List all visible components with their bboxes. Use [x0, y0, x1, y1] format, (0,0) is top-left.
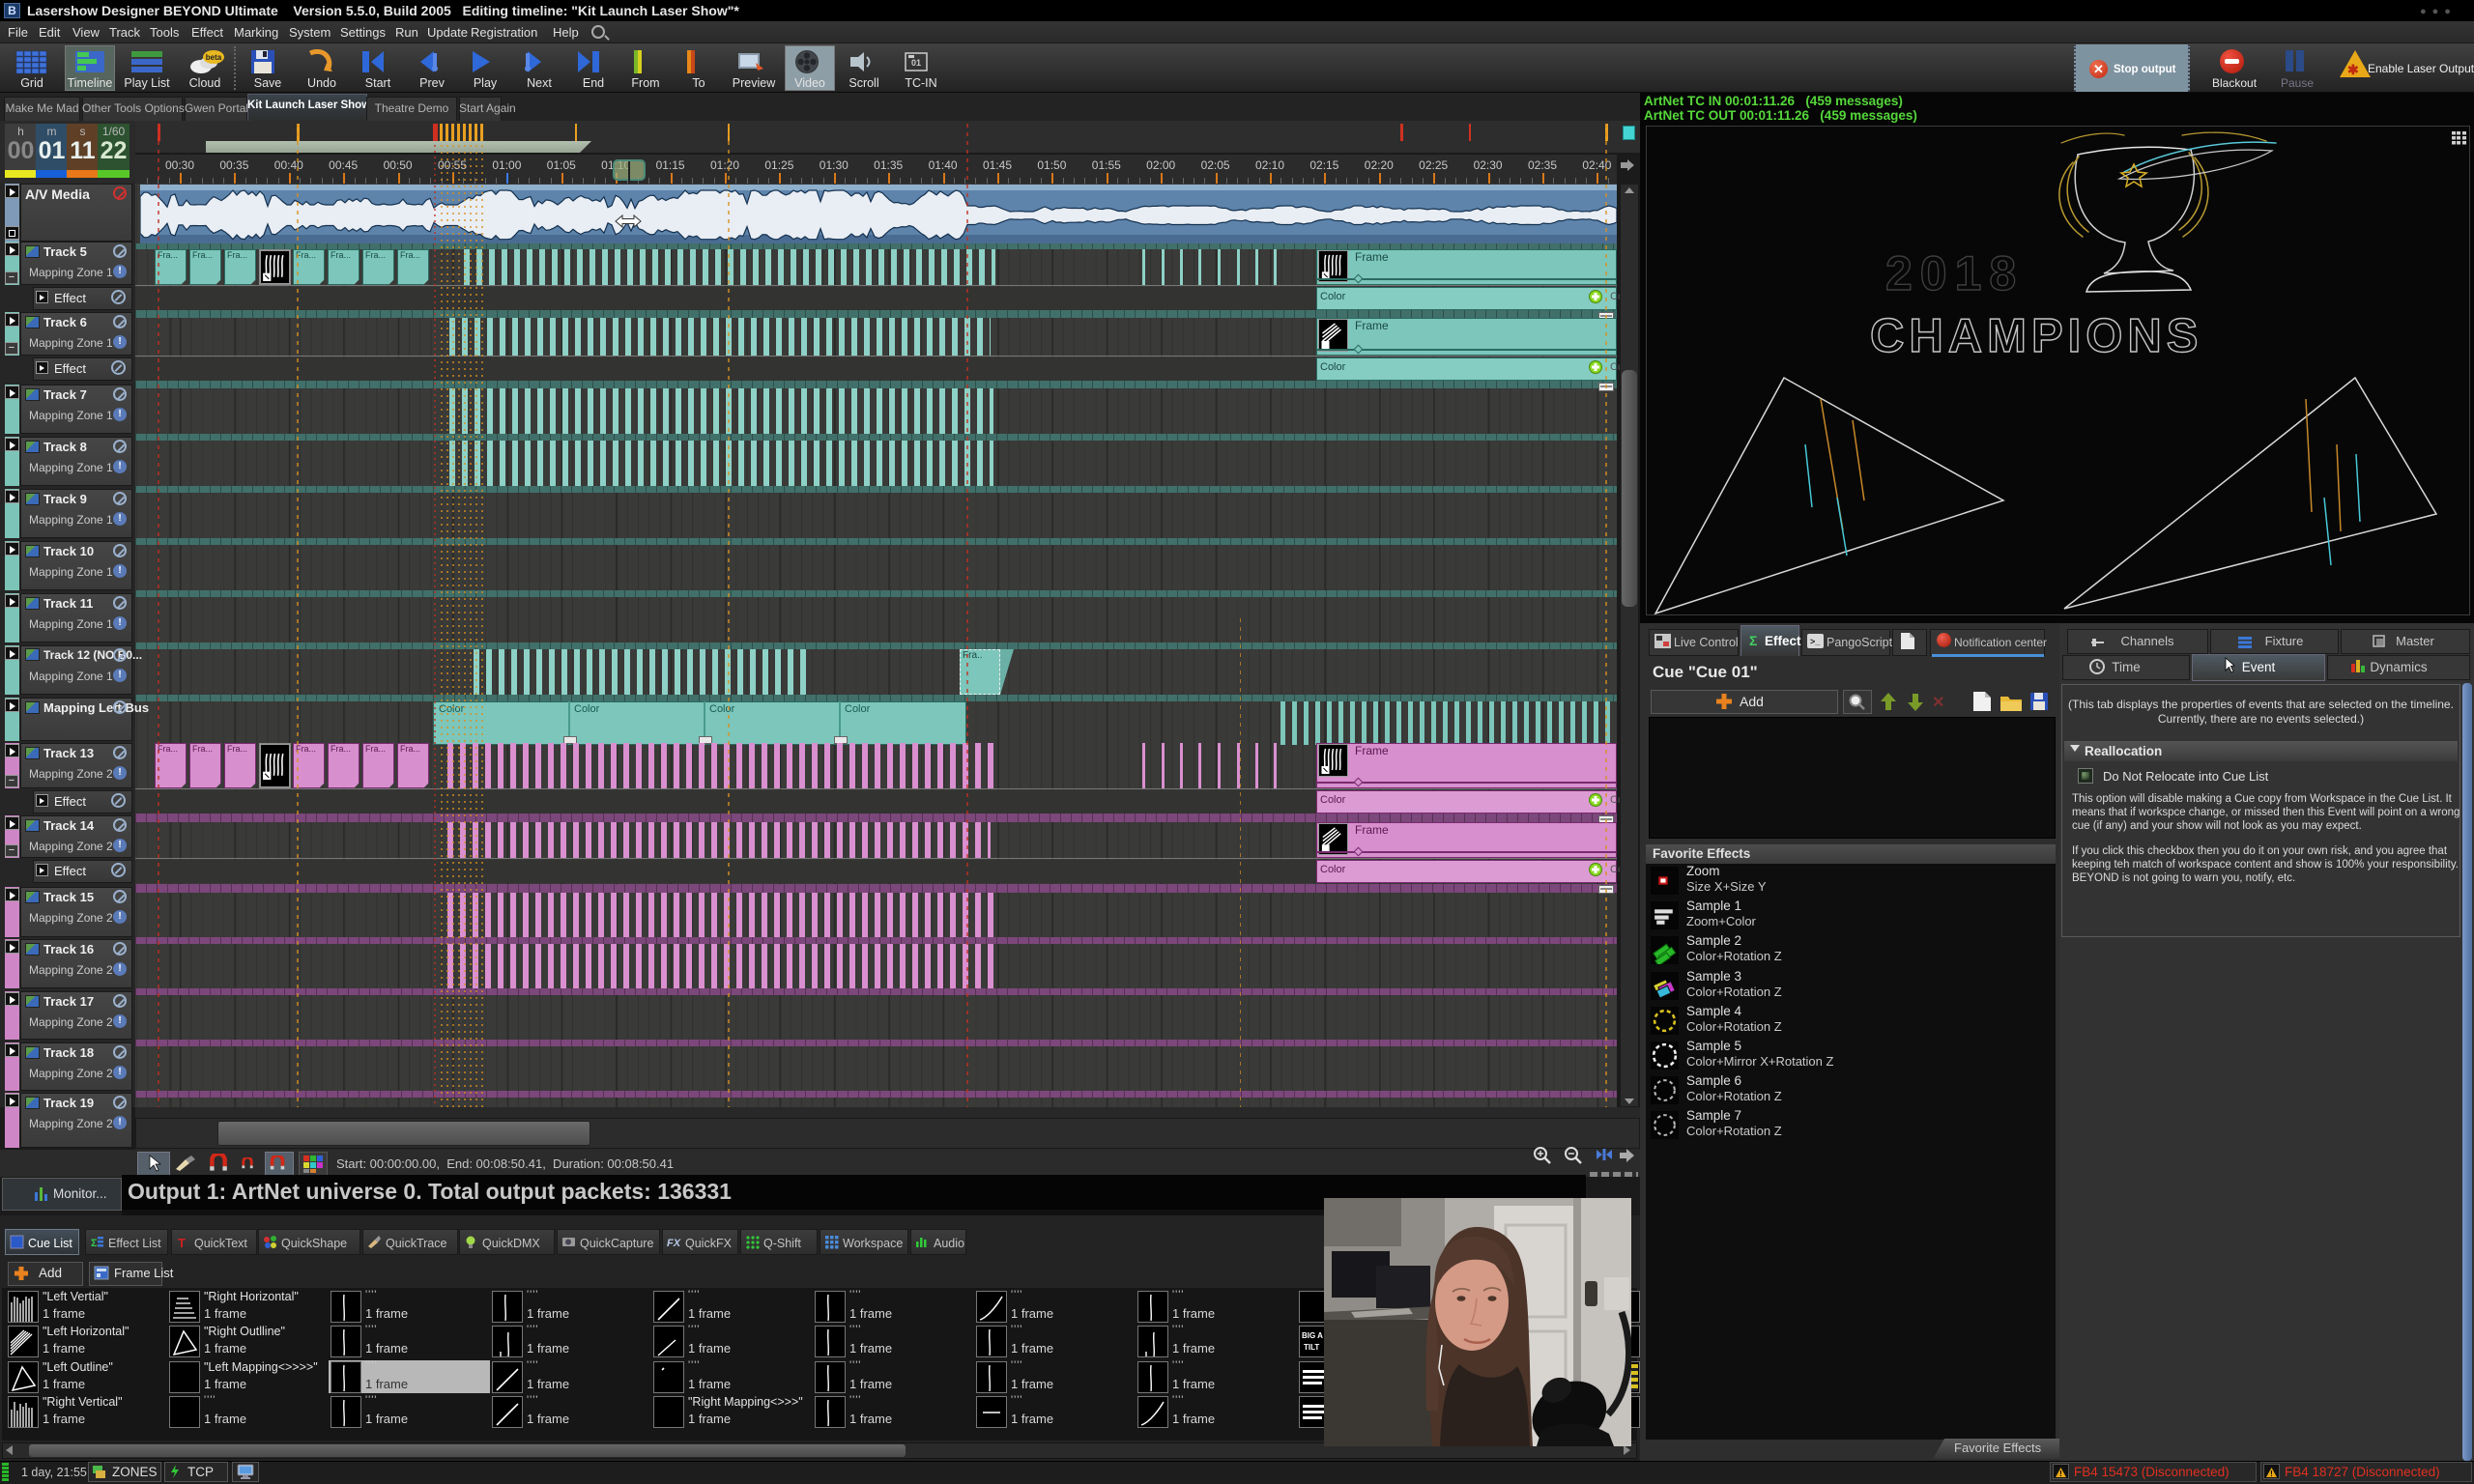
svg-text:2018: 2018 — [1885, 246, 2024, 300]
svg-text:>_: >_ — [1810, 637, 1821, 646]
svg-text:!: ! — [2270, 1470, 2273, 1478]
svg-text:BIG A: BIG A — [1302, 1331, 1323, 1340]
svg-text:!: ! — [2059, 1470, 2062, 1478]
svg-text:Σ: Σ — [91, 1238, 98, 1249]
svg-text:01: 01 — [911, 58, 921, 68]
svg-text:T: T — [178, 1236, 186, 1249]
svg-text:TILT: TILT — [1304, 1343, 1319, 1352]
svg-text:CHAMPIONS: CHAMPIONS — [1870, 310, 2202, 362]
svg-text:FX: FX — [667, 1238, 681, 1249]
svg-text:beta: beta — [206, 53, 222, 62]
